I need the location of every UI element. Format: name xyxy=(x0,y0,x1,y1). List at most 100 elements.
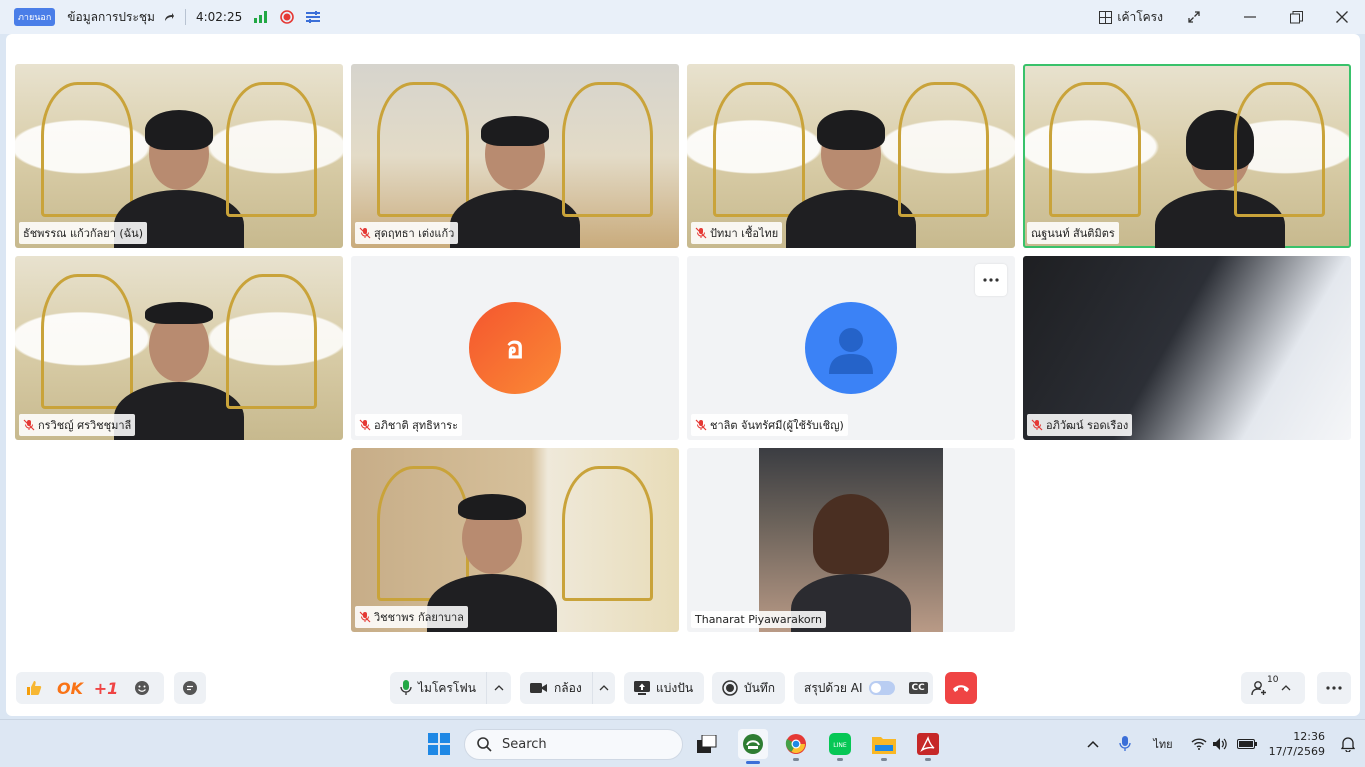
chevron-up-icon[interactable] xyxy=(1087,740,1099,748)
minimize-icon xyxy=(1244,16,1256,18)
video-tile[interactable]: อภิวัฒน์ รอดเรือง xyxy=(1023,256,1351,440)
signal-strength-icon[interactable] xyxy=(254,10,268,24)
chrome-icon xyxy=(785,734,806,754)
notification-bell-icon[interactable] xyxy=(1341,736,1355,752)
record-label: บันทึก xyxy=(744,680,775,695)
microphone-button[interactable]: ไมโครโฟน xyxy=(390,672,486,704)
meeting-info-title[interactable]: ข้อมูลการประชุม xyxy=(67,8,155,27)
ok-reaction[interactable]: OK xyxy=(52,672,88,704)
taskbar-search[interactable]: Search xyxy=(464,729,683,760)
taskbar-app-file-explorer[interactable] xyxy=(872,732,896,761)
add-participant-icon xyxy=(1251,681,1266,696)
avatar-default xyxy=(805,302,897,394)
ellipsis-icon xyxy=(983,278,999,282)
restore-button[interactable] xyxy=(1273,0,1319,34)
participants-count: 10 xyxy=(1267,675,1279,685)
microphone-options-button[interactable] xyxy=(486,672,511,704)
external-badge: ภายนอก xyxy=(14,8,56,26)
share-screen-label: แบ่งปัน xyxy=(656,680,694,695)
microphone-tray-icon[interactable] xyxy=(1119,736,1132,752)
video-tile[interactable]: วิชชาพร กัลยาบาล xyxy=(351,448,679,632)
clock-date: 17/7/2569 xyxy=(1268,745,1325,758)
video-tile[interactable]: Thanarat Piyawarakorn xyxy=(687,448,1015,632)
participant-video xyxy=(1154,98,1285,248)
restore-icon xyxy=(1289,10,1303,23)
system-clock[interactable]: 12:36 17/7/2569 xyxy=(1269,729,1325,759)
meeting-toolbar: OK +1 ไมโครโฟน กล้อง แบ่งปัน บันทึก สรุป… xyxy=(6,668,1360,710)
thumbs-up-reaction[interactable] xyxy=(16,672,52,704)
taskbar-app-acrobat[interactable] xyxy=(916,732,940,761)
video-tile-camera-off[interactable]: ชาลิต จันทรัศมี(ผู้ใช้รับเชิญ) xyxy=(687,256,1015,440)
grid-icon xyxy=(1099,10,1113,24)
hang-up-icon xyxy=(953,685,969,692)
expand-icon xyxy=(1188,11,1200,23)
participant-name: Thanarat Piyawarakorn xyxy=(691,611,826,628)
folder-icon xyxy=(872,737,896,754)
task-view-button[interactable] xyxy=(695,732,719,756)
recording-icon[interactable] xyxy=(280,10,295,24)
record-icon xyxy=(722,680,738,696)
closed-captions-button[interactable]: CC xyxy=(908,682,928,694)
layout-button[interactable]: เค้าโครง xyxy=(1099,8,1163,27)
close-button[interactable] xyxy=(1319,0,1365,34)
share-screen-icon xyxy=(634,681,650,695)
title-bar: ภายนอก ข้อมูลการประชุม 4:02:25 เค้าโครง xyxy=(0,0,1365,34)
search-icon xyxy=(477,737,492,752)
more-menu-button[interactable] xyxy=(1317,672,1351,704)
battery-icon[interactable] xyxy=(1236,739,1257,749)
taskbar-app-line[interactable]: LINE xyxy=(828,732,852,761)
volume-icon[interactable] xyxy=(1212,738,1229,750)
end-call-button[interactable] xyxy=(945,672,977,704)
start-button[interactable] xyxy=(427,732,451,756)
taskbar-app-chrome[interactable] xyxy=(784,732,808,761)
chevron-up-icon xyxy=(494,685,504,691)
more-options-button[interactable] xyxy=(975,264,1007,296)
video-tile[interactable]: สุดฤทธา เต่งแก้ว xyxy=(351,64,679,248)
user-silhouette-icon xyxy=(829,328,873,374)
video-tile-active-speaker[interactable]: ณฐนนท์ สันติมิตร xyxy=(1023,64,1351,248)
search-placeholder: Search xyxy=(502,737,547,752)
video-tile[interactable]: ธัชพรรณ แก้วกัลยา (ฉัน) xyxy=(15,64,343,248)
record-button[interactable]: บันทึก xyxy=(712,672,785,704)
video-tile[interactable]: กรวิชญ์ ศรวิชชุมาลี xyxy=(15,256,343,440)
plus-one-reaction[interactable]: +1 xyxy=(88,672,124,704)
taskbar-app-meeting[interactable] xyxy=(738,729,768,764)
participant-name: อภิชาติ สุทธิหาระ xyxy=(355,414,463,436)
share-icon[interactable] xyxy=(163,11,175,23)
svg-text:LINE: LINE xyxy=(833,742,847,749)
participants-button[interactable]: 10 xyxy=(1241,672,1278,704)
divider xyxy=(184,9,186,25)
microphone-icon xyxy=(400,680,412,695)
ai-summary-label: สรุปด้วย AI xyxy=(804,680,863,695)
clock-time: 12:36 xyxy=(1293,730,1325,743)
video-tile[interactable]: ปัทมา เชื้อไทย xyxy=(687,64,1015,248)
fullscreen-button[interactable] xyxy=(1181,0,1207,34)
windows-taskbar: Search LINE ไทย 12:36 17/7/2569 xyxy=(0,719,1365,767)
mic-muted-icon xyxy=(695,227,707,239)
task-view-icon xyxy=(697,735,717,753)
input-language[interactable]: ไทย xyxy=(1153,735,1172,753)
smiley-icon xyxy=(135,681,149,695)
camera-options-button[interactable] xyxy=(591,672,615,704)
participant-name: ณฐนนท์ สันติมิตร xyxy=(1027,222,1119,244)
windows-logo-icon xyxy=(428,733,450,755)
close-icon xyxy=(1336,11,1348,23)
mic-muted-icon xyxy=(23,419,35,431)
participant-video xyxy=(759,448,943,632)
emoji-button[interactable] xyxy=(124,672,160,704)
thumbs-up-icon xyxy=(27,681,42,695)
ai-summary-toggle[interactable] xyxy=(868,681,895,695)
camera-control: กล้อง xyxy=(520,672,615,704)
microphone-control: ไมโครโฟน xyxy=(390,672,511,704)
camera-button[interactable]: กล้อง xyxy=(520,672,592,704)
participant-name: ชาลิต จันทรัศมี(ผู้ใช้รับเชิญ) xyxy=(691,414,848,436)
mic-muted-icon xyxy=(359,419,371,431)
ai-summary-control: สรุปด้วย AI CC xyxy=(794,672,933,704)
video-tile-camera-off[interactable]: อ อภิชาติ สุทธิหาระ xyxy=(351,256,679,440)
settings-list-icon[interactable] xyxy=(306,10,321,24)
minimize-button[interactable] xyxy=(1227,0,1273,34)
share-screen-button[interactable]: แบ่งปัน xyxy=(624,672,704,704)
ellipsis-icon xyxy=(1326,686,1342,690)
chat-button[interactable] xyxy=(174,672,206,704)
wifi-icon[interactable] xyxy=(1191,738,1207,750)
